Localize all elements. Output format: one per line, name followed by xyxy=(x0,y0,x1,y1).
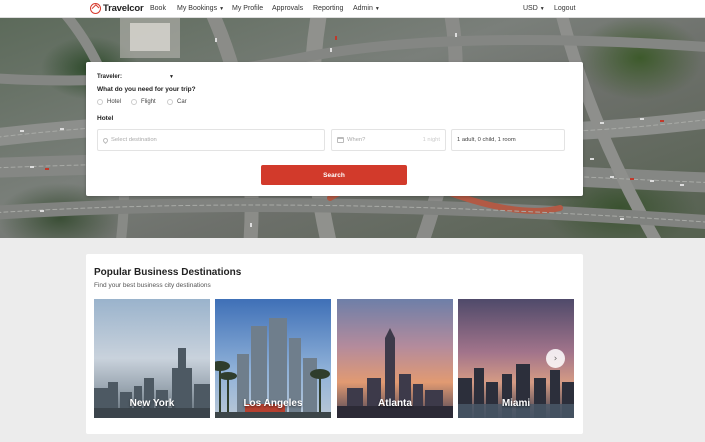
location-pin-icon xyxy=(101,136,110,144)
option-hotel[interactable]: Hotel xyxy=(97,99,121,105)
guests-selector[interactable]: 1 adult, 0 child, 1 room xyxy=(451,129,565,151)
option-hotel-label: Hotel xyxy=(107,99,122,105)
hotel-radio[interactable] xyxy=(97,99,103,105)
traveler-caret-down-icon[interactable]: ▼ xyxy=(169,74,174,80)
option-flight[interactable]: Flight xyxy=(131,99,156,105)
currency-selector[interactable]: USD ▼ xyxy=(523,5,545,12)
guests-value: 1 adult, 0 child, 1 room xyxy=(457,137,516,143)
city-name-los-angeles: Los Angeles xyxy=(243,398,303,409)
search-button[interactable]: Search xyxy=(261,165,407,185)
caret-down-icon: ▼ xyxy=(374,5,380,12)
top-navbar: Travelcor Book My Bookings ▼ My Profile A… xyxy=(0,0,705,18)
hotel-section-title: Hotel xyxy=(97,115,114,122)
nav-my-bookings-label: My Bookings xyxy=(177,5,218,12)
car-radio[interactable] xyxy=(167,99,173,105)
brand-logo[interactable]: Travelcor xyxy=(90,3,144,14)
nav-reporting[interactable]: Reporting xyxy=(313,5,343,12)
currency-label: USD xyxy=(523,5,538,12)
caret-down-icon: ▼ xyxy=(539,5,545,12)
nav-my-profile[interactable]: My Profile xyxy=(232,5,263,12)
traveler-selector-label[interactable]: Traveler: xyxy=(97,74,122,80)
nav-book-label: Book xyxy=(150,5,166,12)
flight-radio[interactable] xyxy=(131,99,137,105)
logout-link[interactable]: Logout xyxy=(554,5,575,12)
option-car-label: Car xyxy=(177,99,187,105)
destination-card-atlanta[interactable]: Atlanta xyxy=(337,299,453,418)
destination-card-new-york[interactable]: New York xyxy=(94,299,210,418)
city-name-miami: Miami xyxy=(501,398,531,409)
dates-placeholder: When? xyxy=(347,137,366,143)
city-name-new-york: New York xyxy=(129,398,175,409)
option-flight-label: Flight xyxy=(141,99,156,105)
brand-name: Travelcor xyxy=(103,3,144,14)
nights-count: 1 night xyxy=(422,137,440,143)
dates-input[interactable]: When? 1 night xyxy=(331,129,446,151)
nav-approvals-label: Approvals xyxy=(272,5,304,12)
popular-destinations-panel: Popular Business Destinations Find your … xyxy=(86,254,583,434)
destinations-title: Popular Business Destinations xyxy=(94,267,242,278)
caret-down-icon: ▼ xyxy=(219,5,225,12)
destination-input[interactable]: Select destination xyxy=(97,129,325,151)
option-car[interactable]: Car xyxy=(167,99,187,105)
nav-reporting-label: Reporting xyxy=(313,5,344,12)
search-form-card: Traveler: ▼ What do you need for your tr… xyxy=(86,62,583,196)
calendar-icon xyxy=(337,137,344,143)
nav-my-profile-label: My Profile xyxy=(232,5,264,12)
nav-admin-label: Admin xyxy=(353,5,373,12)
nav-book[interactable]: Book xyxy=(150,5,166,12)
trip-type-question: What do you need for your trip? xyxy=(97,86,196,93)
chevron-right-icon: › xyxy=(553,353,558,364)
destinations-subtitle: Find your best business city destination… xyxy=(94,282,211,289)
nav-approvals[interactable]: Approvals xyxy=(272,5,303,12)
city-name-atlanta: Atlanta xyxy=(378,398,412,409)
logout-label: Logout xyxy=(554,5,576,12)
nav-admin[interactable]: Admin ▼ xyxy=(353,5,380,12)
destination-card-los-angeles[interactable]: Los Angeles xyxy=(215,299,331,418)
nav-my-bookings[interactable]: My Bookings ▼ xyxy=(177,5,224,12)
destination-placeholder: Select destination xyxy=(111,137,157,143)
travelcor-logo-icon xyxy=(90,3,101,14)
carousel-next-button[interactable]: › xyxy=(546,349,565,368)
